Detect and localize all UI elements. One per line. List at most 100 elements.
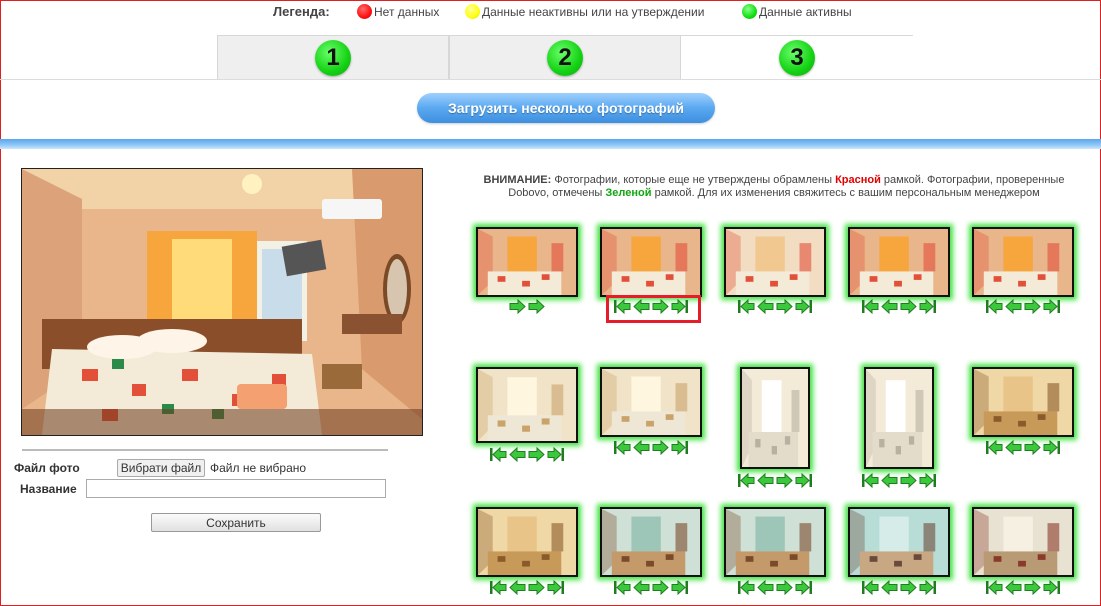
left-arrow-icon[interactable]	[757, 298, 774, 319]
left-arrow-icon[interactable]	[1005, 579, 1022, 600]
thumbnail-controls	[862, 298, 936, 319]
left-arrow-icon[interactable]	[1005, 439, 1022, 460]
left-arrow-icon[interactable]	[1005, 298, 1022, 319]
right-end-arrow-icon[interactable]	[919, 298, 936, 319]
photo-thumbnail[interactable]	[476, 507, 578, 577]
blue-separator-band	[0, 139, 1101, 149]
save-button[interactable]: Сохранить	[151, 513, 321, 532]
tab-step-3[interactable]: 3	[681, 35, 913, 79]
right-arrow-icon[interactable]	[776, 579, 793, 600]
left-arrow-icon[interactable]	[881, 579, 898, 600]
legend-item-inactive: Данные неактивны или на утверждении	[465, 4, 704, 19]
thumbnail-controls	[986, 579, 1060, 600]
left-end-arrow-icon[interactable]	[738, 579, 755, 600]
left-end-arrow-icon[interactable]	[986, 579, 1003, 600]
photo-thumbnail[interactable]	[476, 227, 578, 297]
red-dot-icon	[357, 4, 372, 19]
right-end-arrow-icon[interactable]	[795, 472, 812, 493]
photo-thumbnail[interactable]	[724, 507, 826, 577]
right-arrow-icon[interactable]	[1024, 298, 1041, 319]
right-arrow-icon[interactable]	[1024, 439, 1041, 460]
name-label: Название	[20, 482, 77, 496]
legend-item-active: Данные активны	[742, 4, 852, 19]
thumbnail-controls	[614, 439, 688, 460]
step-number-badge: 1	[315, 39, 351, 76]
right-end-arrow-icon[interactable]	[671, 579, 688, 600]
photo-thumbnail[interactable]	[724, 227, 826, 297]
thumbnail-controls	[738, 472, 812, 493]
left-end-arrow-icon[interactable]	[738, 298, 755, 319]
photo-thumbnail[interactable]	[476, 367, 578, 443]
right-end-arrow-icon[interactable]	[1043, 439, 1060, 460]
photo-thumbnail[interactable]	[600, 507, 702, 577]
legend-title: Легенда:	[273, 4, 330, 19]
file-photo-label: Файл фото	[14, 461, 80, 475]
right-arrow-icon[interactable]	[528, 579, 545, 600]
left-end-arrow-icon[interactable]	[986, 439, 1003, 460]
thumbnail-controls	[490, 579, 564, 600]
right-end-arrow-icon[interactable]	[919, 472, 936, 493]
right-arrow-icon[interactable]	[776, 298, 793, 319]
photo-thumbnail[interactable]	[972, 227, 1074, 297]
left-end-arrow-icon[interactable]	[862, 298, 879, 319]
left-end-arrow-icon[interactable]	[614, 579, 631, 600]
left-end-arrow-icon[interactable]	[614, 439, 631, 460]
photo-thumbnail[interactable]	[600, 367, 702, 437]
right-end-arrow-icon[interactable]	[1043, 298, 1060, 319]
left-arrow-icon[interactable]	[881, 298, 898, 319]
right-arrow-icon[interactable]	[652, 579, 669, 600]
right-arrow-icon[interactable]	[1024, 579, 1041, 600]
right-end-arrow-icon[interactable]	[795, 298, 812, 319]
right-arrow-icon[interactable]	[652, 439, 669, 460]
photo-thumbnail[interactable]	[600, 227, 702, 297]
notice-text: рамкой. Для их изменения свяжитесь с ваш…	[651, 187, 1040, 199]
photo-thumbnail[interactable]	[740, 367, 810, 469]
right-arrow-icon[interactable]	[776, 472, 793, 493]
photo-thumbnail[interactable]	[848, 227, 950, 297]
moderation-notice: ВНИМАНИЕ: Фотографии, которые еще не утв…	[464, 174, 1084, 200]
notice-heading: ВНИМАНИЕ:	[483, 174, 552, 186]
legend-label: Данные неактивны или на утверждении	[482, 4, 705, 19]
left-end-arrow-icon[interactable]	[490, 579, 507, 600]
highlight-box	[606, 295, 701, 323]
legend: Легенда: Нет данных Данные неактивны или…	[0, 4, 1101, 22]
thumbnail-controls	[509, 298, 545, 319]
right-end-arrow-icon[interactable]	[547, 446, 564, 467]
photo-thumbnail[interactable]	[864, 367, 934, 469]
left-end-arrow-icon[interactable]	[862, 472, 879, 493]
left-end-arrow-icon[interactable]	[738, 472, 755, 493]
photo-thumbnail[interactable]	[972, 367, 1074, 437]
right-arrow-icon[interactable]	[900, 579, 917, 600]
left-arrow-icon[interactable]	[509, 579, 526, 600]
right-end-arrow-icon[interactable]	[1043, 579, 1060, 600]
upload-multiple-photos-button[interactable]: Загрузить несколько фотографий	[417, 93, 715, 123]
name-input[interactable]	[86, 479, 386, 498]
choose-file-button[interactable]: Вибрати файл	[117, 459, 205, 477]
right-arrow-icon[interactable]	[509, 298, 526, 319]
right-arrow-icon[interactable]	[528, 446, 545, 467]
photo-thumbnail[interactable]	[848, 507, 950, 577]
right-end-arrow-icon[interactable]	[919, 579, 936, 600]
right-arrow-icon[interactable]	[900, 472, 917, 493]
green-dot-icon	[742, 4, 757, 19]
left-end-arrow-icon[interactable]	[862, 579, 879, 600]
notice-red-word: Красной	[835, 174, 881, 186]
right-end-arrow-icon[interactable]	[547, 579, 564, 600]
right-arrow-icon[interactable]	[900, 298, 917, 319]
left-arrow-icon[interactable]	[633, 579, 650, 600]
left-arrow-icon[interactable]	[509, 446, 526, 467]
tab-step-1[interactable]: 1	[217, 35, 449, 79]
left-end-arrow-icon[interactable]	[986, 298, 1003, 319]
left-arrow-icon[interactable]	[633, 439, 650, 460]
right-arrow-icon[interactable]	[528, 298, 545, 319]
tab-step-2[interactable]: 2	[449, 35, 681, 79]
photo-thumbnail[interactable]	[972, 507, 1074, 577]
left-end-arrow-icon[interactable]	[490, 446, 507, 467]
thumbnail-controls	[986, 298, 1060, 319]
right-end-arrow-icon[interactable]	[795, 579, 812, 600]
left-arrow-icon[interactable]	[757, 579, 774, 600]
left-arrow-icon[interactable]	[757, 472, 774, 493]
left-arrow-icon[interactable]	[881, 472, 898, 493]
step-number-badge: 2	[547, 39, 583, 76]
right-end-arrow-icon[interactable]	[671, 439, 688, 460]
